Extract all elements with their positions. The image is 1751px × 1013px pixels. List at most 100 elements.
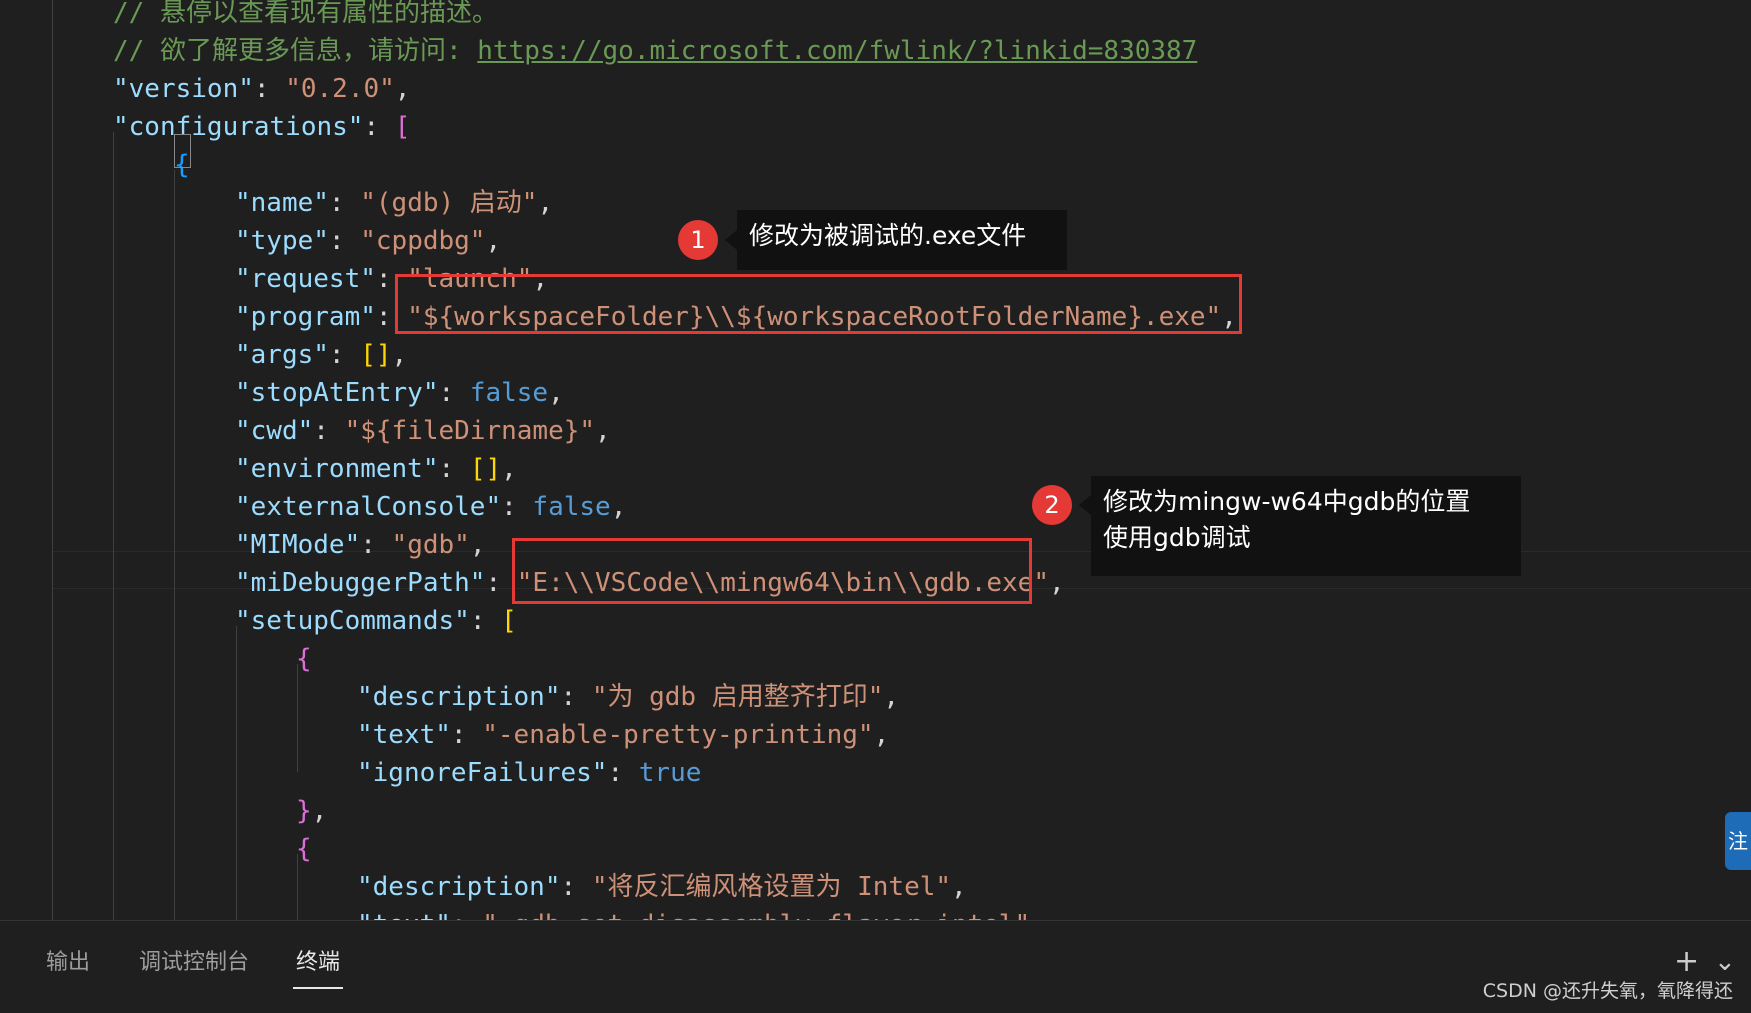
tab-terminal-label: 终端	[296, 950, 341, 975]
code-token: []	[469, 454, 502, 484]
code-token: ,	[469, 530, 486, 560]
code-line[interactable]: "setupCommands": [	[235, 602, 517, 640]
indent-guide	[52, 0, 53, 920]
annotation-badge-1: 1	[678, 220, 718, 260]
code-token: "ignoreFailures"	[357, 758, 608, 788]
doc-link[interactable]: https://go.microsoft.com/fwlink/?linkid=…	[477, 36, 1197, 66]
code-token: ,	[501, 454, 517, 484]
code-token: ,	[311, 796, 328, 826]
code-token: [	[501, 606, 517, 636]
code-token: [	[394, 112, 411, 142]
code-token: :	[328, 226, 361, 256]
code-token: "cppdbg"	[360, 226, 486, 256]
code-token: false	[469, 378, 549, 408]
code-token: true	[638, 758, 702, 788]
code-line[interactable]: // 悬停以查看现有属性的描述。	[113, 0, 498, 32]
code-token: "setupCommands"	[235, 606, 470, 636]
side-tab-button[interactable]: 注	[1725, 812, 1751, 870]
code-token: "args"	[235, 340, 329, 370]
code-line[interactable]: "description": "将反汇编风格设置为 Intel",	[357, 868, 967, 906]
code-line[interactable]: "args": [],	[235, 336, 407, 374]
code-line[interactable]: "ignoreFailures": true	[357, 754, 701, 792]
code-token: ,	[873, 720, 890, 750]
code-token: "text"	[357, 720, 451, 750]
side-tab-label: 注	[1728, 829, 1748, 853]
code-token: :	[501, 492, 533, 522]
code-token: "gdb"	[391, 530, 470, 560]
code-token: ,	[951, 872, 967, 902]
code-line[interactable]: "text": "-gdb-set disassembly-flavor int…	[357, 906, 1046, 920]
code-line[interactable]: "description": "为 gdb 启用整齐打印",	[357, 678, 899, 716]
code-token: :	[451, 910, 482, 920]
code-token: ,	[537, 188, 554, 218]
tab-output-label: 输出	[46, 950, 91, 975]
code-token: :	[560, 682, 592, 712]
code-token: "-gdb-set disassembly-flavor intel"	[482, 910, 1030, 920]
code-token: "text"	[357, 910, 451, 920]
code-token: ,	[485, 226, 502, 256]
code-token: :	[438, 454, 470, 484]
code-token: :	[328, 340, 361, 370]
code-line[interactable]: "configurations": [	[113, 108, 410, 146]
annotation-badge-2: 2	[1032, 485, 1072, 525]
tab-debug-console[interactable]: 调试控制台	[139, 945, 249, 981]
tab-output[interactable]: 输出	[46, 945, 90, 981]
code-token: "(gdb) 启动"	[360, 188, 538, 218]
code-token: ,	[610, 492, 627, 522]
code-line[interactable]: "name": "(gdb) 启动",	[235, 184, 553, 222]
code-line[interactable]: {	[296, 640, 312, 678]
code-line[interactable]: "MIMode": "gdb",	[235, 526, 485, 564]
code-line[interactable]: "type": "cppdbg",	[235, 222, 501, 260]
code-token: "-enable-pretty-printing"	[482, 720, 874, 750]
code-token: "0.2.0"	[285, 74, 395, 104]
annotation-text-2a: 修改为mingw-w64中gdb的位置	[1103, 487, 1471, 516]
code-line[interactable]: "environment": [],	[235, 450, 517, 488]
code-token: "miDebuggerPath"	[235, 568, 486, 598]
code-token: // 欲了解更多信息，请访问:	[113, 36, 478, 66]
code-token: "MIMode"	[235, 530, 361, 560]
code-token: ,	[595, 416, 611, 446]
code-token: "description"	[357, 872, 561, 902]
code-token: :	[313, 416, 345, 446]
code-token: "为 gdb 启用整齐打印"	[591, 682, 884, 712]
annotation-arrow-2	[1079, 495, 1091, 515]
code-line[interactable]: "externalConsole": false,	[235, 488, 626, 526]
annotation-text-1: 修改为被调试的.exe文件	[749, 221, 1027, 250]
watermark: CSDN @还升失氧，氧降得还	[1482, 980, 1733, 1002]
code-token: ,	[1048, 568, 1065, 598]
code-line[interactable]: // 欲了解更多信息，请访问: https://go.microsoft.com…	[113, 32, 1197, 70]
highlight-box-debugger-path	[512, 538, 1032, 604]
code-token: "将反汇编风格设置为 Intel"	[591, 872, 952, 902]
annotation-text-2b: 使用gdb调试	[1103, 523, 1251, 552]
code-token: {	[296, 644, 312, 674]
code-token: ,	[883, 682, 900, 712]
bottom-panel: 输出 调试控制台 终端 + ⌄ CSDN @还升失氧，氧降得还	[0, 920, 1751, 1013]
code-token: "type"	[235, 226, 329, 256]
code-line[interactable]: "version": "0.2.0",	[113, 70, 410, 108]
code-token: "program"	[235, 302, 376, 332]
bracket-match-highlight	[174, 134, 191, 168]
code-line[interactable]: },	[296, 792, 327, 830]
code-token: :	[253, 74, 286, 104]
code-token: "version"	[113, 74, 254, 104]
annotation-arrow-1	[725, 230, 737, 250]
code-line[interactable]: "cwd": "${fileDirname}",	[235, 412, 611, 450]
code-token: "${fileDirname}"	[344, 416, 596, 446]
code-token: "environment"	[235, 454, 439, 484]
code-token: ,	[391, 340, 408, 370]
code-editor[interactable]: // 悬停以查看现有属性的描述。 // 欲了解更多信息，请访问: https://…	[0, 0, 1751, 920]
code-line[interactable]: "stopAtEntry": false,	[235, 374, 564, 412]
code-token: "request"	[235, 264, 376, 294]
code-token: :	[328, 188, 361, 218]
highlight-box-program	[395, 274, 1242, 334]
code-line[interactable]: "text": "-enable-pretty-printing",	[357, 716, 889, 754]
code-token: "stopAtEntry"	[235, 378, 439, 408]
indent-guide	[297, 664, 298, 772]
indent-guide	[236, 626, 237, 920]
code-token: :	[363, 112, 395, 142]
code-line[interactable]: {	[296, 830, 312, 868]
code-token: // 悬停以查看现有属性的描述。	[113, 0, 498, 28]
tab-terminal[interactable]: 终端	[292, 945, 344, 989]
indent-guide	[113, 132, 114, 920]
annotation-tooltip-2: 修改为mingw-w64中gdb的位置 使用gdb调试	[1091, 476, 1521, 576]
